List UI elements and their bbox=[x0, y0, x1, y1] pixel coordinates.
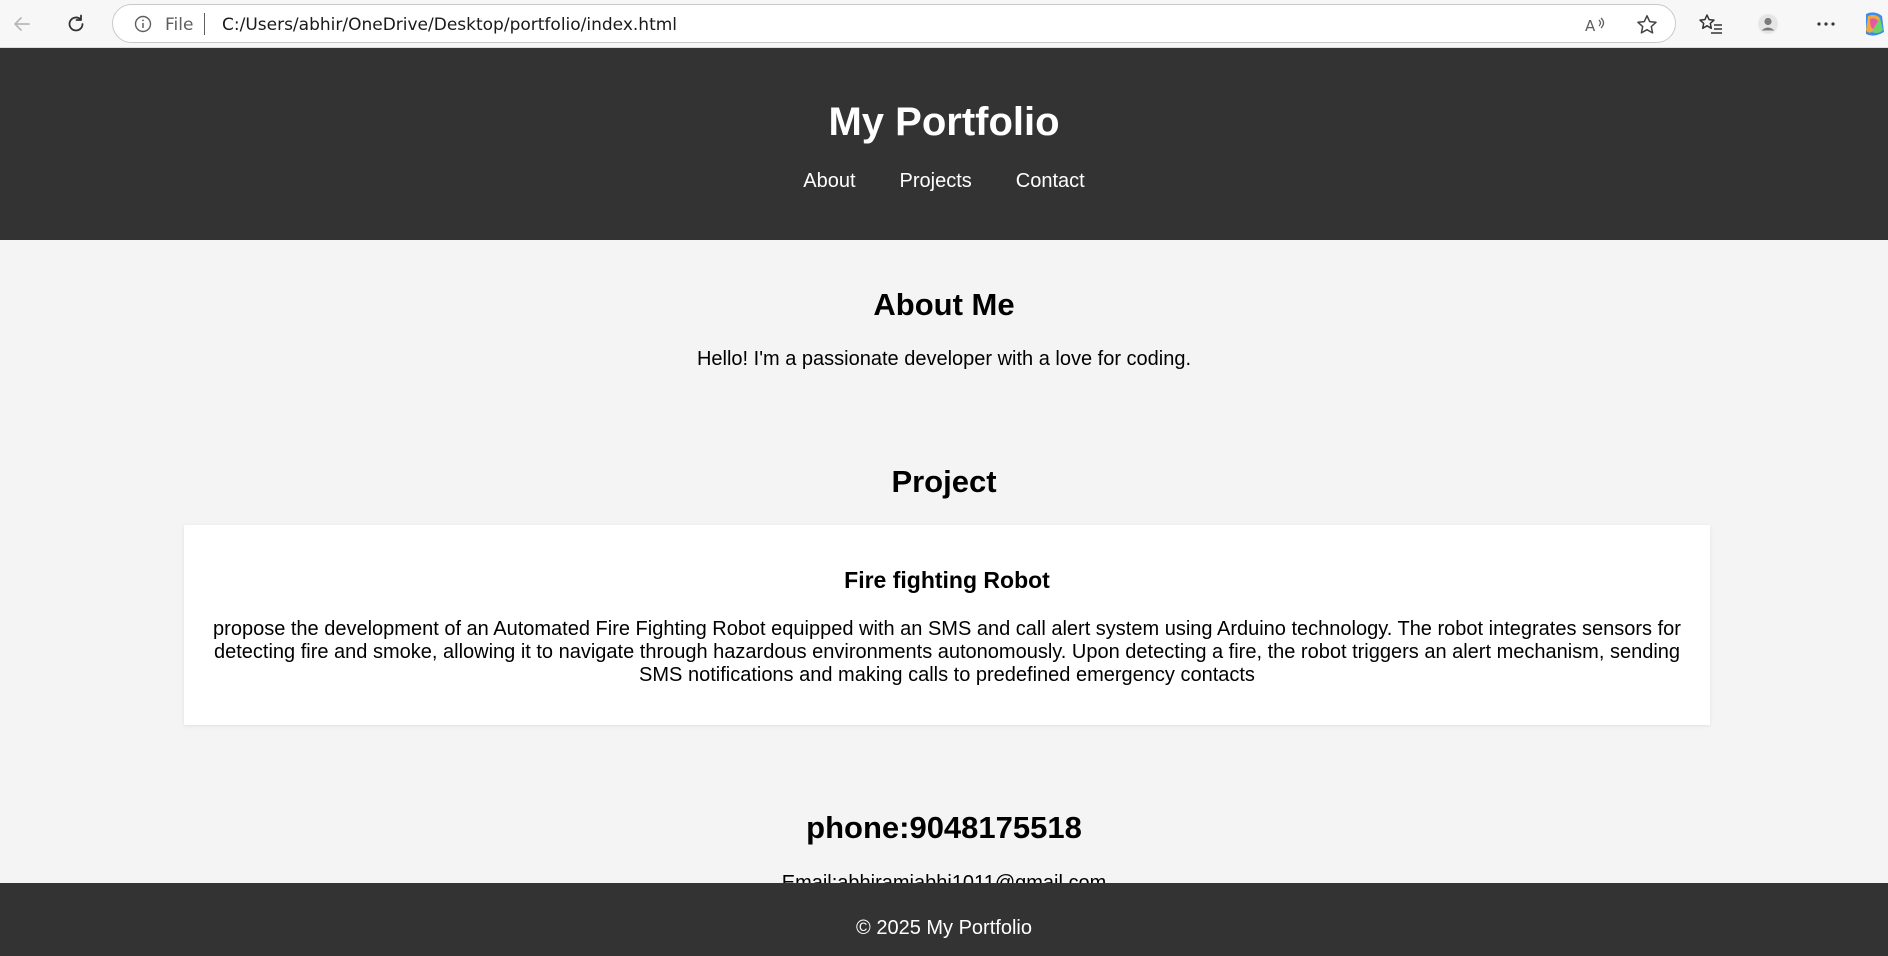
favorites-button[interactable] bbox=[1695, 8, 1727, 40]
profile-icon bbox=[1758, 14, 1778, 34]
about-heading: About Me bbox=[873, 287, 1015, 322]
info-icon[interactable] bbox=[134, 15, 152, 33]
reload-button[interactable] bbox=[58, 6, 94, 42]
more-button[interactable] bbox=[1810, 8, 1842, 40]
back-arrow-icon bbox=[14, 17, 30, 31]
footer-text: © 2025 My Portfolio bbox=[856, 917, 1032, 939]
add-favorite-button[interactable] bbox=[1634, 12, 1660, 38]
nav-link-about[interactable]: About bbox=[803, 170, 855, 193]
about-text: Hello! I'm a passionate developer with a… bbox=[696, 348, 1192, 370]
contact-phone: phone:9048175518 bbox=[806, 810, 1082, 845]
project-name: Fire fighting Robot bbox=[844, 567, 1050, 593]
site-title: My Portfolio bbox=[828, 100, 1060, 144]
project-description: propose the development of an Automated … bbox=[213, 618, 1681, 686]
nav-link-projects[interactable]: Projects bbox=[900, 170, 972, 193]
back-button[interactable] bbox=[4, 6, 40, 42]
project-card: Fire fighting Robot propose the developm… bbox=[184, 525, 1710, 725]
reload-icon bbox=[68, 14, 84, 32]
nav-link-contact[interactable]: Contact bbox=[1016, 170, 1085, 193]
star-icon bbox=[1637, 15, 1657, 34]
address-bar[interactable]: File C:/Users/abhir/OneDrive/Desktop/por… bbox=[112, 4, 1676, 43]
profile-button[interactable] bbox=[1752, 8, 1784, 40]
site-header: My Portfolio About Projects Contact bbox=[0, 48, 1888, 240]
site-nav: About Projects Contact bbox=[0, 170, 1888, 193]
browser-toolbar: File C:/Users/abhir/OneDrive/Desktop/por… bbox=[0, 0, 1888, 48]
scheme-label: File bbox=[165, 15, 194, 35]
address-separator bbox=[204, 13, 205, 35]
project-heading: Project bbox=[891, 464, 997, 499]
copilot-button[interactable] bbox=[1860, 8, 1888, 40]
svg-text:A: A bbox=[1585, 17, 1596, 35]
url-text[interactable]: C:/Users/abhir/OneDrive/Desktop/portfoli… bbox=[222, 15, 677, 35]
read-aloud-button[interactable]: A bbox=[1583, 12, 1609, 38]
favorites-icon bbox=[1699, 14, 1722, 34]
read-aloud-icon: A bbox=[1585, 17, 1605, 35]
more-icon bbox=[1817, 22, 1835, 26]
site-footer: © 2025 My Portfolio bbox=[0, 883, 1888, 956]
copilot-icon bbox=[1866, 12, 1884, 36]
